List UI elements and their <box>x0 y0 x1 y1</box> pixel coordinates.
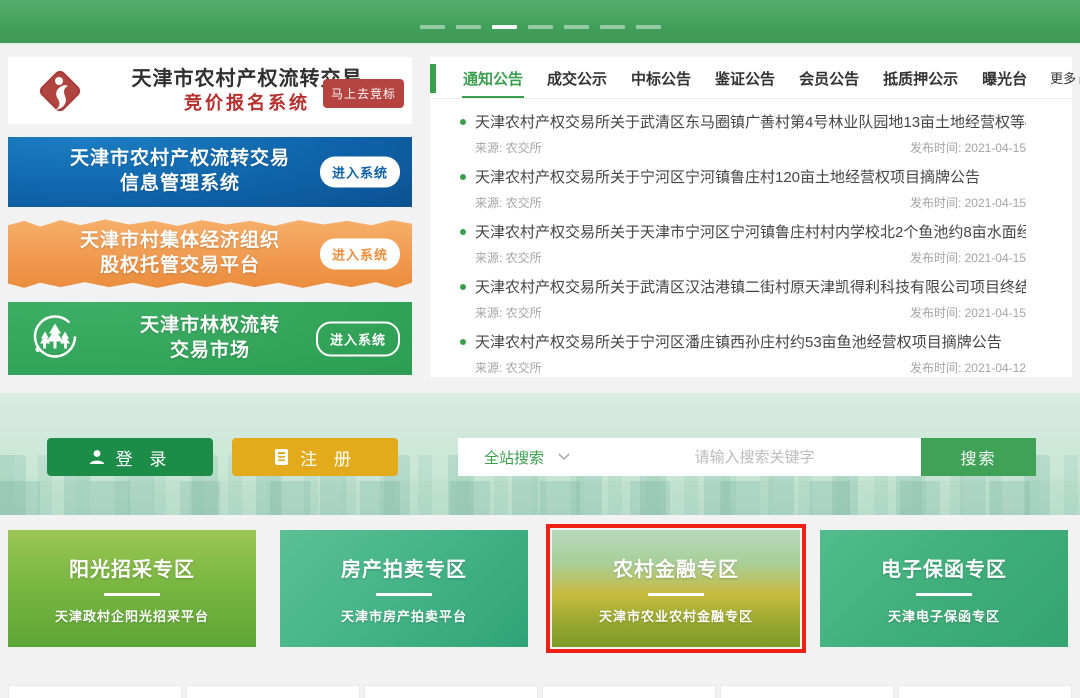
register-button[interactable]: 注 册 <box>232 438 398 476</box>
tab-pledge[interactable]: 抵质押公示 <box>882 58 959 98</box>
bottom-nav-cell[interactable] <box>898 685 1072 698</box>
news-meta: 来源: 农交所 发布时间: 2021-04-15 <box>475 194 1026 211</box>
zone-card-sunshine-procurement[interactable]: 阳光招采专区 天津政村企阳光招采平台 <box>8 530 256 647</box>
bottom-nav-cell[interactable] <box>720 685 894 698</box>
news-item: 天津农村产权交易所关于天津市宁河区宁河镇鲁庄村村内学校北2个鱼池约8亩水面经营.… <box>430 221 1072 266</box>
news-link[interactable]: 天津农村产权交易所关于天津市宁河区宁河镇鲁庄村村内学校北2个鱼池约8亩水面经营.… <box>460 221 1026 242</box>
news-meta: 来源: 农交所 发布时间: 2021-04-15 <box>475 304 1026 321</box>
news-item: 天津农村产权交易所关于武清区汉沽港镇二街村原天津凯得利科技有限公司项目终结公告 … <box>430 276 1072 321</box>
skyline-decor <box>0 481 1080 515</box>
carousel-dash-active[interactable] <box>492 25 517 29</box>
news-date: 发布时间: 2021-04-12 <box>910 359 1026 376</box>
login-button[interactable]: 登 录 <box>47 438 213 476</box>
tab-accent-bar <box>430 64 436 93</box>
divider <box>376 593 432 596</box>
carousel-dash[interactable] <box>528 25 553 29</box>
tree-icon <box>30 311 80 366</box>
carousel-dash[interactable] <box>600 25 625 29</box>
search-button[interactable]: 搜索 <box>921 438 1036 476</box>
site-logo-icon <box>32 63 88 119</box>
news-list: 天津农村产权交易所关于武清区东马圈镇广善村第4号林业队园地13亩土地经营权等4个… <box>430 99 1072 376</box>
carousel-dash[interactable] <box>636 25 661 29</box>
tab-exposure[interactable]: 曝光台 <box>981 58 1028 98</box>
news-link[interactable]: 天津农村产权交易所关于武清区东马圈镇广善村第4号林业队园地13亩土地经营权等4个… <box>460 111 1026 132</box>
id-card-icon <box>273 448 290 466</box>
homepage: 天津市农村产权流转交易 竞价报名系统 马上去竞标 天津市农村产权流转交易 信息管… <box>0 0 1080 698</box>
news-source: 来源: 农交所 <box>475 194 542 211</box>
news-source: 来源: 农交所 <box>475 304 542 321</box>
news-date: 发布时间: 2021-04-15 <box>910 194 1026 211</box>
bottom-nav-strip <box>8 685 1072 698</box>
search-input[interactable] <box>588 449 921 466</box>
news-item: 天津农村产权交易所关于宁河区潘庄镇西孙庄村约53亩鱼池经营权项目摘牌公告 来源:… <box>430 331 1072 376</box>
tab-notice-announcements[interactable]: 通知公告 <box>462 58 524 98</box>
carousel-dash[interactable] <box>564 25 589 29</box>
news-source: 来源: 农交所 <box>475 139 542 156</box>
go-bid-button[interactable]: 马上去竞标 <box>323 79 404 108</box>
zone-card-real-estate-auction[interactable]: 房产拍卖专区 天津市房产拍卖平台 <box>280 530 528 647</box>
bullet-icon <box>460 339 466 345</box>
bullet-icon <box>460 229 466 235</box>
bottom-nav-cell[interactable] <box>186 685 360 698</box>
hero-search-banner: 登 录 注 册 全站搜索 搜索 <box>0 393 1080 515</box>
equity-custody-platform-banner[interactable]: 天津市村集体经济组织 股权托管交易平台 进入系统 <box>8 218 412 290</box>
notice-panel: 通知公告 成交公示 中标公告 鉴证公告 会员公告 抵质押公示 曝光台 更多 ▶ … <box>430 57 1072 377</box>
tab-deal-publicity[interactable]: 成交公示 <box>546 58 608 98</box>
bullet-icon <box>460 119 466 125</box>
news-meta: 来源: 农交所 发布时间: 2021-04-15 <box>475 249 1026 266</box>
bottom-nav-cell[interactable] <box>8 685 182 698</box>
news-date: 发布时间: 2021-04-15 <box>910 249 1026 266</box>
chevron-down-icon <box>558 453 570 461</box>
enter-system-button[interactable]: 进入系统 <box>316 321 400 356</box>
more-link[interactable]: 更多 ▶ <box>1050 68 1080 87</box>
user-icon <box>88 448 106 466</box>
bullet-icon <box>460 174 466 180</box>
news-link[interactable]: 天津农村产权交易所关于武清区汉沽港镇二街村原天津凯得利科技有限公司项目终结公告 <box>460 276 1026 297</box>
info-management-system-banner[interactable]: 天津市农村产权流转交易 信息管理系统 进入系统 <box>8 137 412 207</box>
carousel-dash[interactable] <box>420 25 445 29</box>
news-date: 发布时间: 2021-04-15 <box>910 304 1026 321</box>
left-column: 天津市农村产权流转交易 竞价报名系统 马上去竞标 天津市农村产权流转交易 信息管… <box>8 57 412 375</box>
bullet-icon <box>460 284 466 290</box>
news-meta: 来源: 农交所 发布时间: 2021-04-15 <box>475 139 1026 156</box>
news-meta: 来源: 农交所 发布时间: 2021-04-12 <box>475 359 1026 376</box>
divider <box>104 593 160 596</box>
tab-attestation[interactable]: 鉴证公告 <box>714 58 776 98</box>
carousel-banner <box>0 0 1080 45</box>
zone-card-rural-finance-highlighted[interactable]: 农村金融专区 天津市农业农村金融专区 <box>552 530 800 647</box>
news-item: 天津农村产权交易所关于武清区东马圈镇广善村第4号林业队园地13亩土地经营权等4个… <box>430 111 1072 156</box>
tab-member[interactable]: 会员公告 <box>798 58 860 98</box>
carousel-pagination <box>420 25 661 29</box>
news-link[interactable]: 天津农村产权交易所关于宁河区潘庄镇西孙庄村约53亩鱼池经营权项目摘牌公告 <box>460 331 1026 352</box>
enter-system-button[interactable]: 进入系统 <box>320 239 400 270</box>
bottom-nav-cell[interactable] <box>542 685 716 698</box>
bottom-nav-cell[interactable] <box>364 685 538 698</box>
news-link[interactable]: 天津农村产权交易所关于宁河区宁河镇鲁庄村120亩土地经营权项目摘牌公告 <box>460 166 1026 187</box>
carousel-dash[interactable] <box>456 25 481 29</box>
enter-system-button[interactable]: 进入系统 <box>320 157 400 188</box>
forest-rights-market-banner[interactable]: 天津市林权流转 交易市场 进入系统 <box>8 302 412 375</box>
tab-winning-bid[interactable]: 中标公告 <box>630 58 692 98</box>
news-source: 来源: 农交所 <box>475 359 542 376</box>
divider <box>648 593 704 596</box>
search-scope-select[interactable]: 全站搜索 <box>458 447 588 468</box>
news-item: 天津农村产权交易所关于宁河区宁河镇鲁庄村120亩土地经营权项目摘牌公告 来源: … <box>430 166 1072 211</box>
news-source: 来源: 农交所 <box>475 249 542 266</box>
divider <box>916 593 972 596</box>
notice-tabbar: 通知公告 成交公示 中标公告 鉴证公告 会员公告 抵质押公示 曝光台 更多 ▶ <box>430 57 1072 99</box>
bidding-system-card: 天津市农村产权流转交易 竞价报名系统 马上去竞标 <box>8 57 412 124</box>
news-date: 发布时间: 2021-04-15 <box>910 139 1026 156</box>
zone-card-e-guarantee[interactable]: 电子保函专区 天津电子保函专区 <box>820 530 1068 647</box>
search-bar: 全站搜索 搜索 <box>458 438 1036 476</box>
